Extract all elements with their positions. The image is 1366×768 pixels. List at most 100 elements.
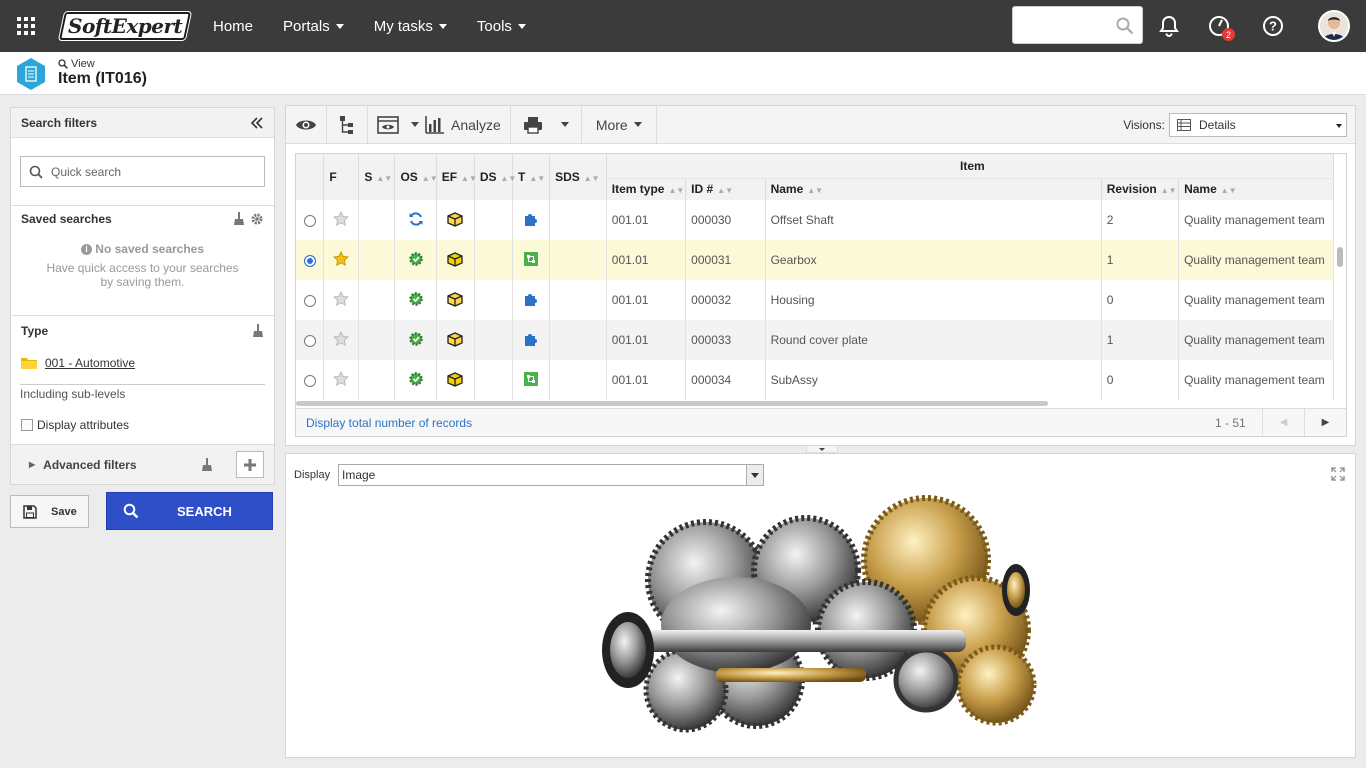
col-header-name[interactable]: Name ▲▼ (765, 178, 1102, 200)
table-row[interactable]: 001.01 000031 Gearbox 1 Quality manageme… (296, 240, 1334, 280)
help-icon[interactable]: ? (1260, 13, 1286, 39)
favorite-cell[interactable] (323, 240, 360, 280)
col-header-sds[interactable]: SDS ▲▼ (549, 154, 607, 200)
analyze-button[interactable]: Analyze (421, 105, 511, 144)
sort-icon: ▲▼ (461, 174, 477, 183)
row-select-cell[interactable] (296, 280, 325, 320)
row-select-cell[interactable] (296, 360, 325, 400)
clear-broom-icon[interactable] (201, 458, 213, 472)
col-header-f[interactable]: F (323, 154, 360, 200)
col-header-name-team[interactable]: Name ▲▼ (1178, 178, 1334, 200)
global-search-input[interactable] (1012, 6, 1143, 44)
type-value: 001 - Automotive (45, 356, 136, 370)
collapse-double-chevron-icon[interactable] (250, 116, 264, 129)
table-row[interactable]: 001.01 000033 Round cover plate 1 Qualit… (296, 320, 1334, 360)
dropdown-button[interactable] (746, 465, 763, 485)
type-value-link[interactable]: 001 - Automotive (11, 338, 274, 370)
s-cell (358, 280, 396, 320)
row-select-cell[interactable] (296, 240, 325, 280)
clear-broom-icon[interactable] (252, 324, 264, 338)
fullscreen-icon[interactable] (1331, 467, 1345, 481)
chevron-down-icon[interactable] (560, 122, 569, 127)
tasks-gauge-icon[interactable]: 2 (1206, 13, 1235, 41)
row-select-cell[interactable] (296, 200, 325, 240)
col-header-id[interactable]: ID # ▲▼ (685, 178, 766, 200)
structure-button[interactable] (327, 105, 368, 144)
bell-icon[interactable] (1156, 13, 1182, 39)
splitter-handle[interactable] (806, 446, 838, 453)
col-header-s[interactable]: S ▲▼ (358, 154, 396, 200)
nav-home[interactable]: Home (198, 0, 268, 52)
nav-my-tasks[interactable]: My tasks (359, 0, 462, 52)
visions-select[interactable]: Details (1169, 113, 1347, 137)
nav-tools[interactable]: Tools (462, 0, 541, 52)
col-header-item-type[interactable]: Item type ▲▼ (606, 178, 687, 200)
preview-window-button[interactable] (368, 106, 421, 144)
col-header-revision[interactable]: Revision ▲▼ (1101, 178, 1180, 200)
gear-icon[interactable] (250, 212, 264, 226)
col-header-ef[interactable]: EF ▲▼ (436, 154, 477, 200)
nav-portals[interactable]: Portals (268, 0, 359, 52)
assembly-box-icon (523, 251, 539, 270)
sort-icon: ▲▼ (807, 186, 824, 196)
display-attributes-checkbox[interactable]: Display attributes (11, 401, 274, 432)
row-select-cell[interactable] (296, 320, 325, 360)
row-radio[interactable] (303, 334, 316, 347)
search-button[interactable]: SEARCH (106, 492, 273, 530)
next-page-button[interactable]: ▶ (1304, 409, 1346, 436)
softexpert-logo[interactable]: SoftExpert (59, 12, 191, 40)
grid-footer: Display total number of records 1 - 51 ◀… (296, 408, 1346, 436)
col-header-os[interactable]: OS ▲▼ (394, 154, 438, 200)
sort-icon: ▲▼ (1160, 186, 1177, 196)
more-menu-button[interactable]: More (582, 105, 657, 144)
table-row[interactable]: 001.01 000034 SubAssy 0 Quality manageme… (296, 360, 1334, 400)
checkbox-box[interactable] (21, 419, 33, 431)
star-icon[interactable] (333, 250, 350, 270)
view-button[interactable] (286, 105, 327, 144)
favorite-cell[interactable] (323, 280, 360, 320)
sort-icon: ▲▼ (376, 174, 393, 183)
results-toolbar: Analyze More Visions: Details (286, 105, 1355, 144)
table-row[interactable]: 001.01 000030 Offset Shaft 2 Quality man… (296, 200, 1334, 240)
row-radio[interactable] (303, 254, 316, 267)
vertical-scrollbar[interactable] (1337, 247, 1343, 267)
add-filter-button[interactable] (236, 451, 264, 478)
advanced-filters-toggle[interactable]: ▶ Advanced filters (11, 444, 274, 484)
os-cell (394, 240, 437, 280)
star-icon[interactable] (333, 210, 350, 230)
favorite-cell[interactable] (323, 360, 360, 400)
apps-grid-icon[interactable] (0, 0, 52, 52)
tasks-count-badge: 2 (1222, 28, 1235, 41)
chevron-down-icon[interactable] (411, 122, 419, 127)
favorite-cell[interactable] (323, 320, 360, 360)
col-header-t[interactable]: T ▲▼ (512, 154, 551, 200)
search-icon (123, 503, 139, 519)
col-header-ds[interactable]: DS ▲▼ (474, 154, 516, 200)
row-radio[interactable] (303, 374, 316, 387)
save-search-button[interactable]: Save (10, 495, 89, 528)
row-radio[interactable] (303, 214, 316, 227)
table-row[interactable]: 001.01 000032 Housing 0 Quality manageme… (296, 280, 1334, 320)
ef-cell (436, 360, 475, 400)
item-type-cell: 001.01 (606, 320, 687, 360)
saved-searches-section: Saved searches i No saved searches Have … (11, 205, 274, 315)
favorite-cell[interactable] (323, 200, 360, 240)
clear-broom-icon[interactable] (233, 212, 245, 226)
horizontal-scrollbar[interactable] (296, 401, 1048, 406)
name-cell: Round cover plate (765, 320, 1102, 360)
ef-cell (436, 280, 475, 320)
plus-icon (244, 458, 256, 471)
star-icon[interactable] (333, 330, 350, 350)
print-button[interactable] (511, 105, 582, 144)
prev-page-button[interactable]: ◀ (1262, 409, 1304, 436)
ef-cell (436, 240, 475, 280)
quick-search-input[interactable]: Quick search (20, 156, 265, 187)
star-icon[interactable] (333, 290, 350, 310)
svg-text:?: ? (1269, 19, 1277, 34)
display-select[interactable]: Image (338, 464, 764, 486)
display-total-link[interactable]: Display total number of records (306, 416, 472, 430)
row-radio[interactable] (303, 294, 316, 307)
approved-gear-icon (408, 331, 424, 350)
user-avatar[interactable] (1318, 10, 1350, 42)
star-icon[interactable] (333, 370, 350, 390)
